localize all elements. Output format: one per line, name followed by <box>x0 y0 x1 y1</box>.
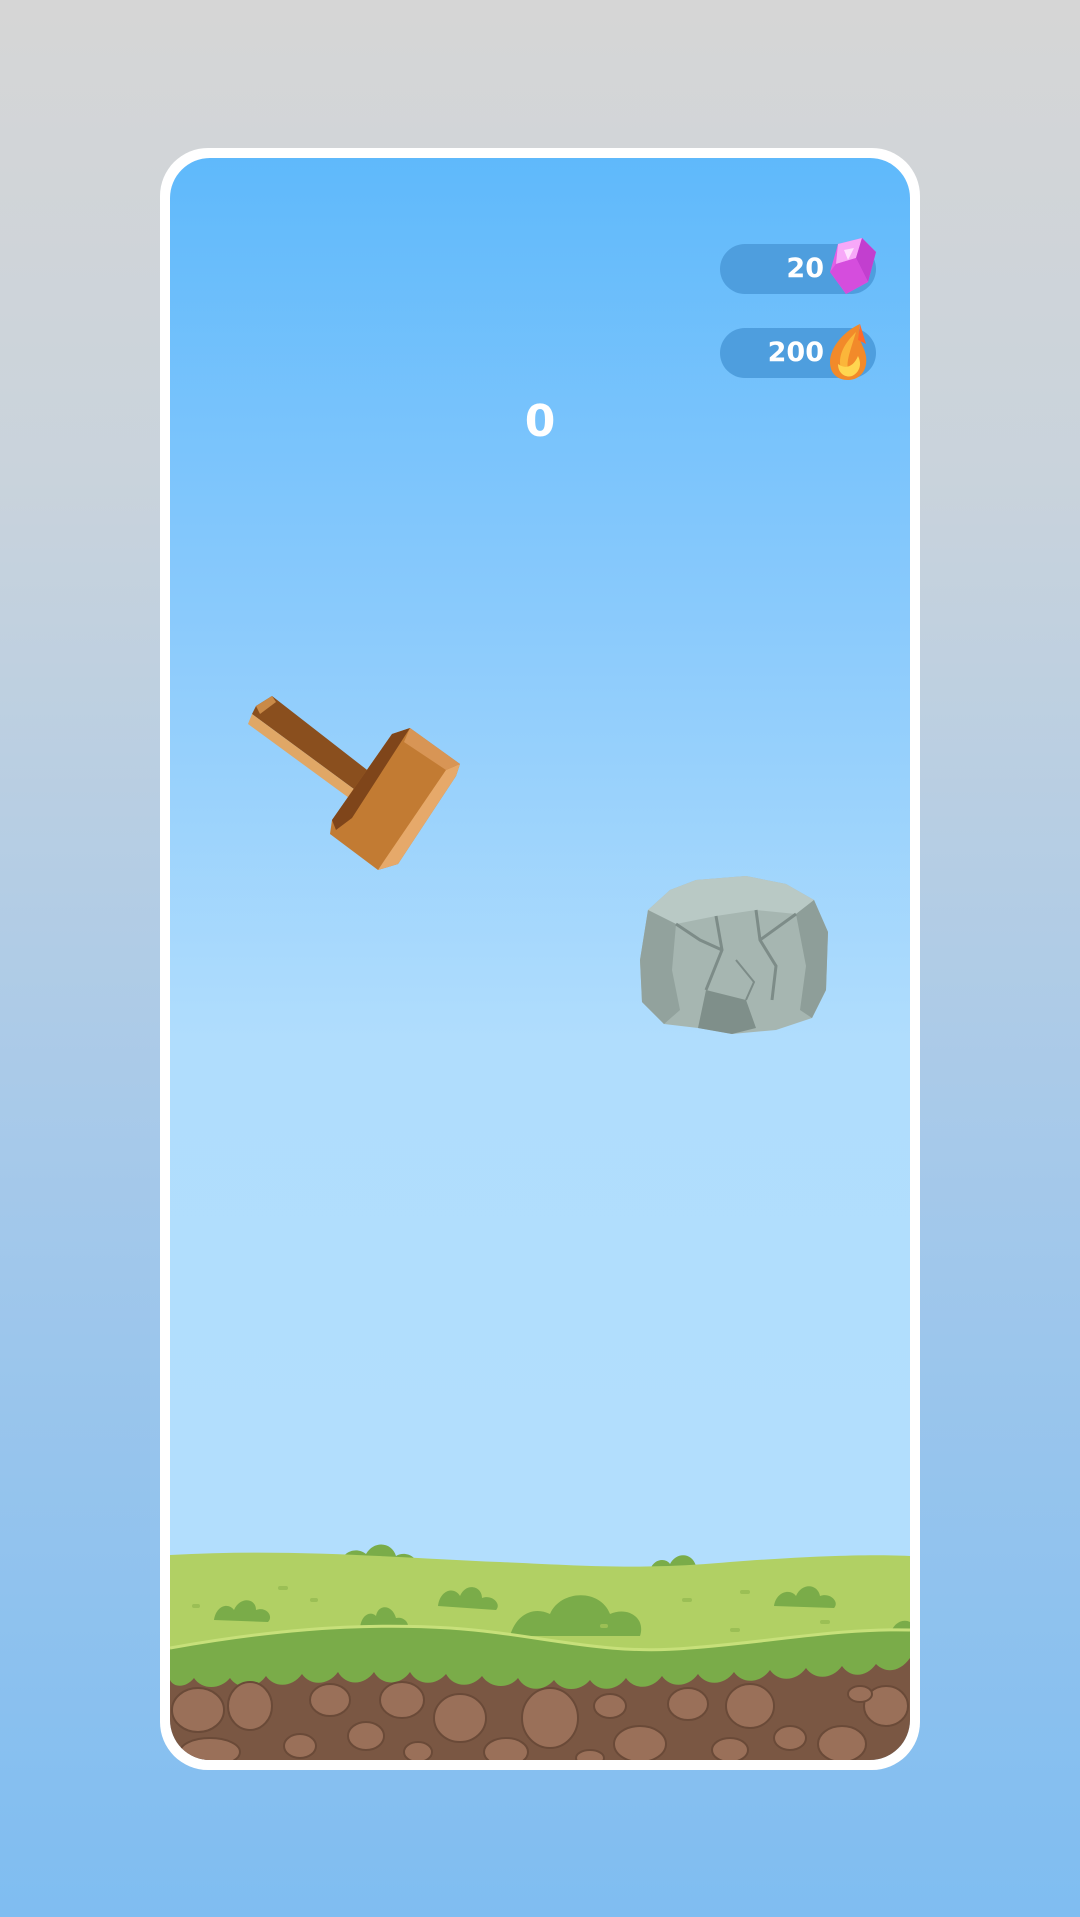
game-screen[interactable]: 20 200 0 <box>170 158 910 1760</box>
phone-frame: 20 200 0 <box>160 148 920 1770</box>
ground <box>170 1544 910 1760</box>
